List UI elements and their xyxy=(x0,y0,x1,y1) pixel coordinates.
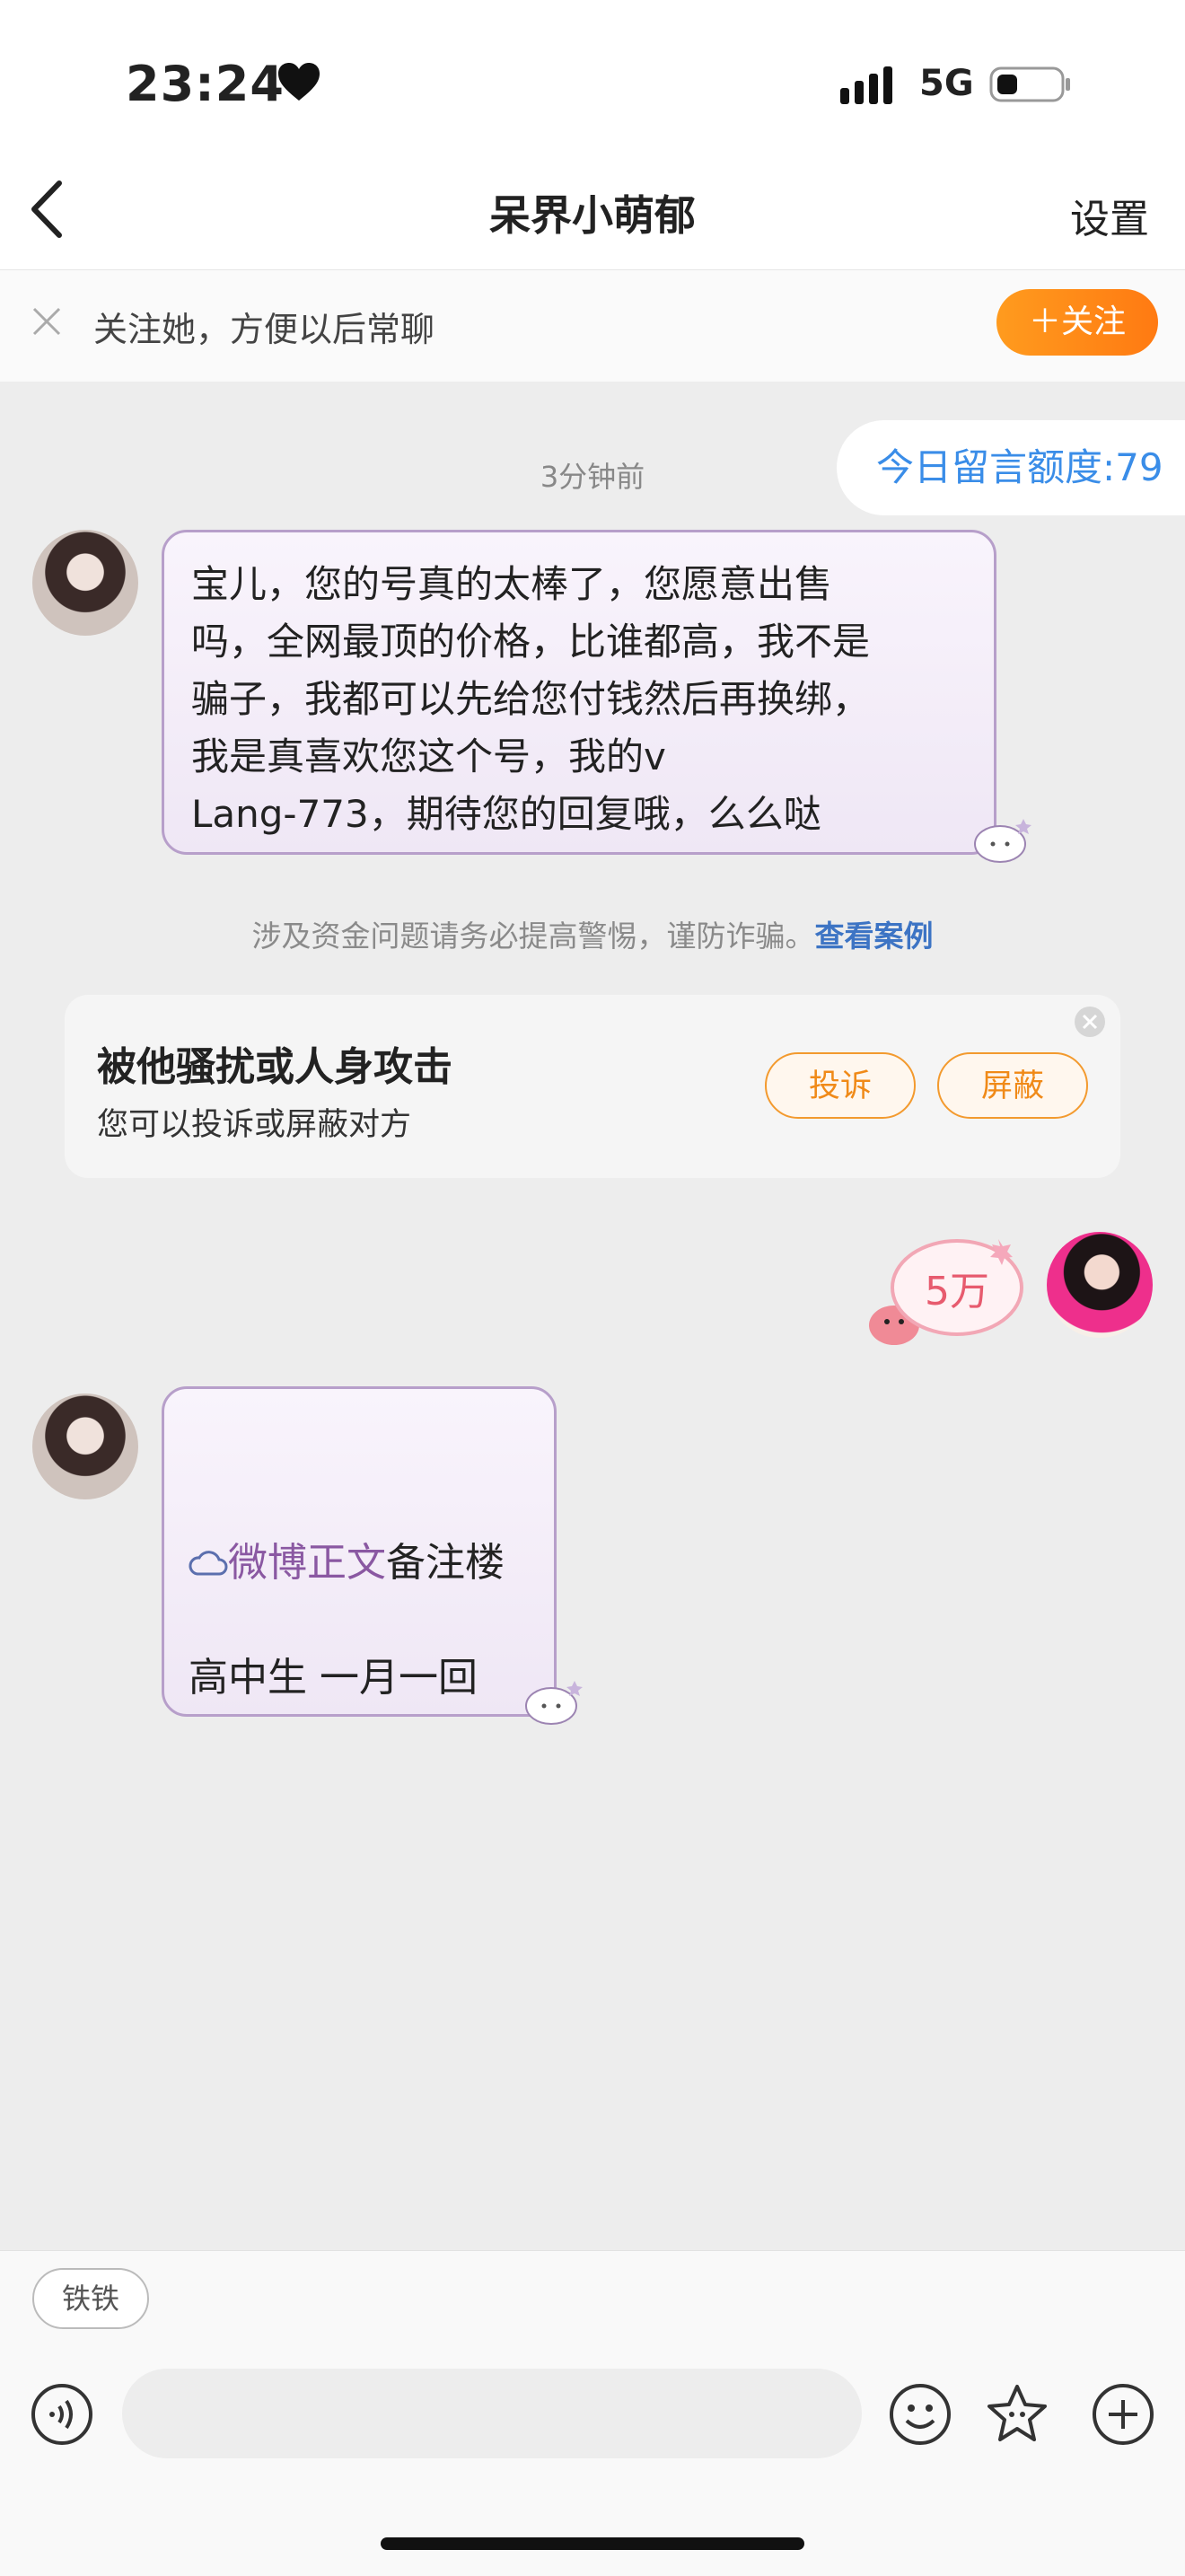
cloud-icon xyxy=(189,1551,228,1576)
quick-reply-chip[interactable]: 铁铁 xyxy=(32,2268,149,2329)
close-icon[interactable] xyxy=(31,305,63,338)
message-line: Lang-773，期待您的回复哦，么么哒 xyxy=(191,792,821,836)
fraud-warning: 涉及资金问题请务必提高警惕，谨防诈骗。查看案例 xyxy=(0,912,1185,955)
message-line: 宝儿，您的号真的太棒了，您愿意出售 xyxy=(191,562,833,606)
sticker-icon[interactable] xyxy=(986,2383,1049,2446)
home-indicator xyxy=(381,2537,804,2550)
cat-sticker-icon xyxy=(974,819,1031,863)
emoji-icon[interactable] xyxy=(889,2383,952,2446)
status-time: 23:24 xyxy=(126,56,285,112)
sticker-text: 5万 xyxy=(925,1269,989,1314)
view-cases-link[interactable]: 查看案例 xyxy=(815,919,934,954)
report-subtitle: 您可以投诉或屏蔽对方 xyxy=(97,1107,412,1143)
complain-button[interactable]: 投诉 xyxy=(765,1052,916,1119)
battery-icon xyxy=(989,66,1070,102)
report-title: 被他骚扰或人身攻击 xyxy=(97,1044,452,1090)
message-input[interactable] xyxy=(122,2369,862,2458)
follow-button[interactable]: ＋关注 xyxy=(996,289,1158,356)
block-button[interactable]: 屏蔽 xyxy=(937,1052,1088,1119)
heart-icon xyxy=(278,63,320,101)
plus-icon[interactable] xyxy=(1092,2383,1154,2446)
cat-sticker-icon xyxy=(525,1681,583,1725)
timestamp: 3分钟前 xyxy=(540,460,645,494)
weibo-link[interactable]: 微博正文 xyxy=(228,1540,386,1586)
avatar[interactable] xyxy=(32,530,138,636)
signal-icon xyxy=(840,66,892,104)
message-line: 吗，全网最顶的价格，比谁都高，我不是 xyxy=(191,620,871,664)
message-line: 我是真喜欢您这个号，我的v xyxy=(191,734,666,778)
avatar[interactable] xyxy=(32,1394,138,1499)
voice-icon[interactable] xyxy=(31,2383,93,2446)
page-title: 呆界小萌郁 xyxy=(489,191,696,240)
follow-prompt: 关注她，方便以后常聊 xyxy=(93,310,435,349)
settings-button[interactable]: 设置 xyxy=(1070,187,1149,244)
message-line: 微博正文备注楼 xyxy=(189,1530,505,1587)
my-avatar[interactable] xyxy=(1047,1232,1153,1338)
warning-text: 涉及资金问题请务必提高警惕，谨防诈骗。 xyxy=(251,919,815,954)
network-label: 5G xyxy=(919,63,974,104)
message-line: 骗子，我都可以先给您付钱然后再换绑， xyxy=(191,677,871,721)
close-card-icon[interactable] xyxy=(1074,1006,1106,1038)
message-text: 备注楼 xyxy=(386,1540,505,1586)
message-bubble[interactable]: 宝儿，您的号真的太棒了，您愿意出售 吗，全网最顶的价格，比谁都高，我不是 骗子，… xyxy=(162,530,996,855)
message-line: 高中生 一月一回 xyxy=(189,1655,478,1701)
